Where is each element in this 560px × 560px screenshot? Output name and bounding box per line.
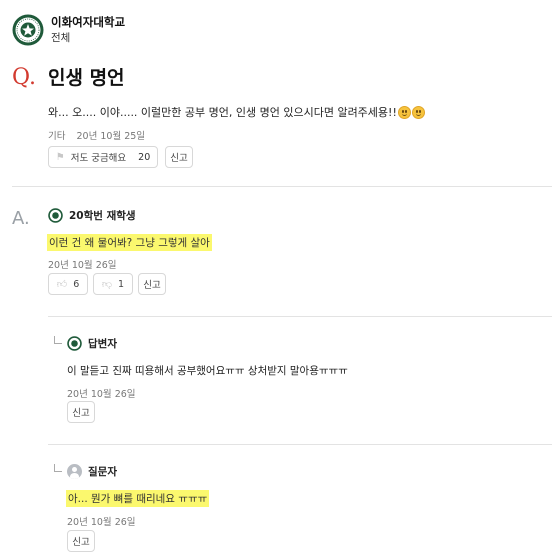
divider [48, 444, 552, 445]
comment-text: 아... 뭔가 뼈를 때리네요 ㅠㅠㅠ [66, 490, 210, 507]
question-body-text: 와... 오.... 이야..... 이럴만한 공부 명언, 인생 명언 있으시… [48, 106, 397, 119]
divider [12, 186, 552, 187]
school-name[interactable]: 이화여자대학교 [51, 15, 125, 30]
dislike-button[interactable]: 👎︎ 1 [93, 273, 133, 295]
divider [48, 316, 552, 317]
question-mark-label: Q. [12, 65, 36, 90]
comment-author-row: 답변자 [67, 336, 117, 351]
grinning-face-icon [397, 105, 411, 119]
like-count: 6 [73, 278, 80, 290]
like-button[interactable]: 👍︎ 6 [48, 273, 88, 295]
report-label: 신고 [170, 153, 188, 164]
comment-author: 질문자 [88, 466, 117, 478]
board-name[interactable]: 전체 [51, 31, 125, 46]
question-body: 와... 오.... 이야..... 이럴만한 공부 명언, 인생 명언 있으시… [48, 104, 425, 120]
comment-date: 20년 10월 26일 [67, 389, 136, 400]
answer-mark-label: A. [12, 208, 30, 229]
reply-indicator [54, 336, 62, 344]
comment-report-button[interactable]: 신고 [67, 401, 95, 423]
comment-report-button[interactable]: 신고 [67, 530, 95, 552]
university-seal-icon [67, 336, 82, 351]
question-title-row: Q. 인생 명언 [12, 64, 125, 92]
question-title: 인생 명언 [48, 67, 125, 89]
answer-report-button[interactable]: 신고 [138, 273, 166, 295]
report-label: 신고 [72, 537, 90, 548]
answer-author: 20학번 재학생 [69, 210, 136, 222]
curious-button[interactable]: ⚑ 저도 궁금해요 20 [48, 146, 158, 168]
question-category: 기타 [48, 131, 66, 142]
reply-indicator [54, 464, 62, 472]
thumbs-down-icon: 👎︎ [101, 279, 113, 290]
curious-label: 저도 궁금해요 [70, 153, 127, 164]
dislike-count: 1 [118, 278, 125, 290]
comment-author: 답변자 [88, 338, 117, 350]
answer-author-row: 20학번 재학생 [48, 208, 136, 223]
university-seal-icon [48, 208, 63, 223]
thumbs-up-icon: 👍︎ [56, 279, 68, 290]
grinning-face-icon [411, 105, 425, 119]
question-report-button[interactable]: 신고 [165, 146, 193, 168]
university-seal-icon[interactable] [12, 14, 44, 46]
board-header: 이화여자대학교 전체 [12, 14, 125, 46]
comment-author-row: 질문자 [67, 464, 117, 479]
curious-count: 20 [138, 151, 151, 163]
comment-date: 20년 10월 26일 [67, 517, 136, 528]
flag-icon: ⚑ [55, 151, 65, 163]
report-label: 신고 [143, 280, 161, 291]
report-label: 신고 [72, 408, 90, 419]
user-icon [67, 464, 82, 479]
question-date: 20년 10월 25일 [76, 131, 146, 142]
answer-date: 20년 10월 26일 [48, 260, 117, 271]
answer-text: 이런 건 왜 물어봐? 그냥 그렇게 살아 [47, 234, 212, 251]
comment-text: 이 말듣고 진짜 띠용해서 공부했어요ㅠㅠ 상처받지 말아용ㅠㅠㅠ [67, 365, 348, 377]
question-meta: 기타 20년 10월 25일 [48, 128, 145, 142]
